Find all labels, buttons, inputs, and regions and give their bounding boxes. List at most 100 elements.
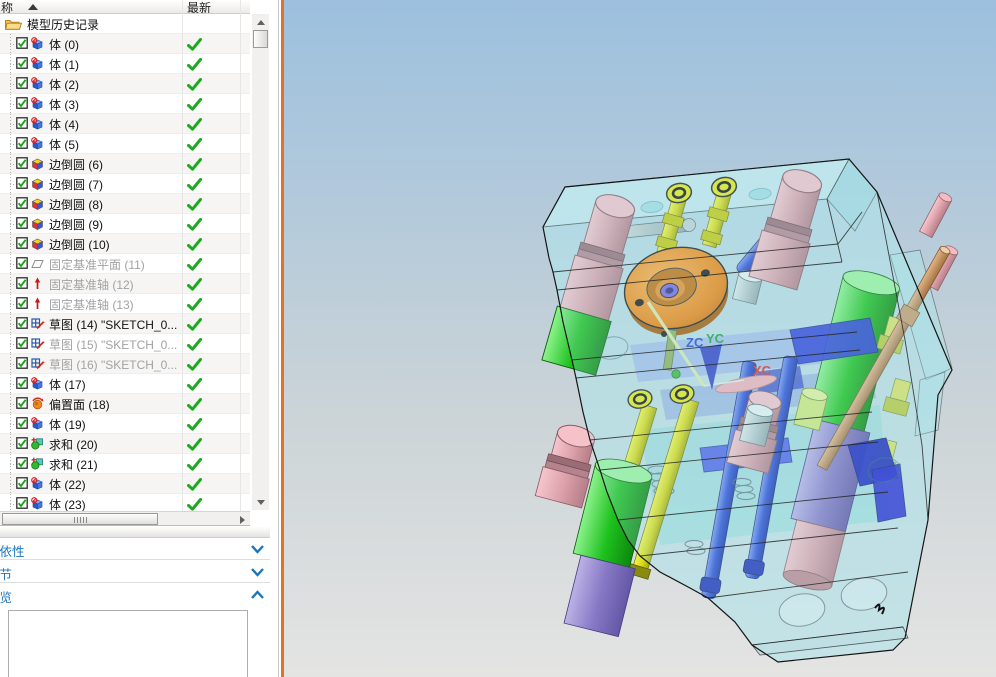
tree-header[interactable]: 名称 最新: [0, 0, 250, 14]
feature-checkbox[interactable]: [16, 497, 28, 511]
tree-row[interactable]: 边倒圆 (7): [0, 174, 250, 194]
tree-row[interactable]: 边倒圆 (8): [0, 194, 250, 214]
feature-checkbox[interactable]: [16, 417, 28, 432]
feature-checkbox[interactable]: [16, 157, 28, 172]
tree-root-row[interactable]: 模型历史记录: [0, 14, 250, 34]
tree-row[interactable]: 体 (2): [0, 74, 250, 94]
feature-label[interactable]: 边倒圆 (8): [49, 196, 103, 213]
scroll-up-button[interactable]: [252, 14, 269, 30]
feature-checkbox[interactable]: [16, 77, 28, 92]
latest-column-header[interactable]: 最新: [187, 0, 211, 13]
tree-row[interactable]: 草图 (16) "SKETCH_0...: [0, 354, 250, 374]
feature-checkbox[interactable]: [16, 237, 28, 252]
feature-checkbox[interactable]: [16, 377, 28, 392]
name-column-header[interactable]: 名称: [0, 0, 13, 13]
feature-checkbox[interactable]: [16, 477, 28, 492]
tree-horizontal-scrollbar[interactable]: [0, 511, 250, 526]
feature-type-icon: [31, 77, 44, 93]
horizontal-scrollbar-thumb[interactable]: [2, 513, 158, 525]
tree-vertical-scrollbar[interactable]: [252, 14, 269, 510]
feature-checkbox[interactable]: [16, 317, 28, 332]
feature-checkbox[interactable]: [16, 337, 28, 352]
tree-row[interactable]: 体 (4): [0, 114, 250, 134]
feature-label[interactable]: 体 (22): [49, 476, 86, 493]
feature-label[interactable]: 固定基准轴 (12): [49, 276, 134, 293]
feature-checkbox[interactable]: [16, 197, 28, 212]
feature-checkbox[interactable]: [16, 437, 28, 452]
tree-row[interactable]: 体 (1): [0, 54, 250, 74]
chevron-up-icon[interactable]: [250, 589, 265, 601]
section-details[interactable]: 细节: [0, 561, 270, 583]
feature-checkbox[interactable]: [16, 57, 28, 72]
feature-checkbox[interactable]: [16, 117, 28, 132]
chevron-down-icon[interactable]: [250, 543, 265, 555]
tree-row[interactable]: 体 (0): [0, 34, 250, 54]
panel-splitter[interactable]: [0, 527, 270, 538]
feature-label[interactable]: 体 (17): [49, 376, 86, 393]
feature-checkbox[interactable]: [16, 297, 28, 312]
feature-label[interactable]: 体 (19): [49, 416, 86, 433]
feature-label[interactable]: 草图 (15) "SKETCH_0...: [49, 336, 177, 353]
tree-rows: 模型历史记录体 (0) 体 (1) 体 (2) 体 (3) 体 (4) 体 (5) 边倒圆 …: [0, 14, 250, 511]
tree-row[interactable]: 求和 (21): [0, 454, 250, 474]
tree-row[interactable]: 偏置面 (18): [0, 394, 250, 414]
feature-label[interactable]: 体 (3): [49, 96, 79, 113]
feature-label[interactable]: 边倒圆 (9): [49, 216, 103, 233]
tree-row[interactable]: 体 (22): [0, 474, 250, 494]
sort-ascending-icon[interactable]: [28, 4, 38, 10]
feature-label[interactable]: 体 (4): [49, 116, 79, 133]
feature-label[interactable]: 偏置面 (18): [49, 396, 110, 413]
scroll-right-button[interactable]: [236, 513, 249, 526]
feature-label[interactable]: 草图 (16) "SKETCH_0...: [49, 356, 177, 373]
latest-status: [187, 358, 202, 374]
tree-row[interactable]: 固定基准平面 (11): [0, 254, 250, 274]
graphics-viewport[interactable]: YC ZC XC: [284, 0, 996, 677]
feature-label[interactable]: 体 (5): [49, 136, 79, 153]
chevron-down-icon[interactable]: [250, 566, 265, 578]
section-preview[interactable]: 预览: [0, 584, 270, 606]
section-dependencies[interactable]: 相依性: [0, 538, 270, 560]
feature-label[interactable]: 体 (23): [49, 496, 86, 511]
feature-label[interactable]: 草图 (14) "SKETCH_0...: [49, 316, 177, 333]
tree-row[interactable]: 草图 (15) "SKETCH_0...: [0, 334, 250, 354]
tree-row[interactable]: 体 (19): [0, 414, 250, 434]
feature-label[interactable]: 求和 (20): [49, 436, 98, 453]
feature-checkbox[interactable]: [16, 97, 28, 112]
feature-label[interactable]: 求和 (21): [49, 456, 98, 473]
feature-checkbox[interactable]: [16, 137, 28, 152]
tree-row[interactable]: 体 (3): [0, 94, 250, 114]
tree-row[interactable]: 边倒圆 (9): [0, 214, 250, 234]
tree-row[interactable]: 体 (17): [0, 374, 250, 394]
enabled-checkbox-icon: [16, 357, 28, 369]
feature-checkbox[interactable]: [16, 357, 28, 372]
feature-label[interactable]: 边倒圆 (7): [49, 176, 103, 193]
feature-label[interactable]: 固定基准平面 (11): [49, 256, 145, 273]
up-to-date-check-icon: [187, 338, 202, 351]
tree-row[interactable]: 边倒圆 (10): [0, 234, 250, 254]
vertical-scrollbar-thumb[interactable]: [253, 30, 268, 48]
tree-row[interactable]: 边倒圆 (6): [0, 154, 250, 174]
enabled-checkbox-icon: [16, 157, 28, 169]
enabled-checkbox-icon: [16, 237, 28, 249]
tree-row[interactable]: 体 (23): [0, 494, 250, 511]
feature-checkbox[interactable]: [16, 177, 28, 192]
tree-row[interactable]: 固定基准轴 (12): [0, 274, 250, 294]
scroll-down-button[interactable]: [252, 494, 269, 510]
feature-checkbox[interactable]: [16, 37, 28, 52]
feature-checkbox[interactable]: [16, 397, 28, 412]
tree-row[interactable]: 求和 (20): [0, 434, 250, 454]
feature-label[interactable]: 边倒圆 (10): [49, 236, 110, 253]
feature-label[interactable]: 体 (2): [49, 76, 79, 93]
feature-label[interactable]: 体 (1): [49, 56, 79, 73]
feature-checkbox[interactable]: [16, 257, 28, 272]
tree-row[interactable]: 体 (5): [0, 134, 250, 154]
tree-row[interactable]: 草图 (14) "SKETCH_0...: [0, 314, 250, 334]
tree-row[interactable]: 固定基准轴 (13): [0, 294, 250, 314]
feature-checkbox[interactable]: [16, 277, 28, 292]
feature-checkbox[interactable]: [16, 457, 28, 472]
feature-checkbox[interactable]: [16, 217, 28, 232]
feature-label[interactable]: 固定基准轴 (13): [49, 296, 134, 313]
feature-label[interactable]: 体 (0): [49, 36, 79, 53]
unite-boolean-icon: [31, 457, 43, 470]
feature-label[interactable]: 边倒圆 (6): [49, 156, 103, 173]
